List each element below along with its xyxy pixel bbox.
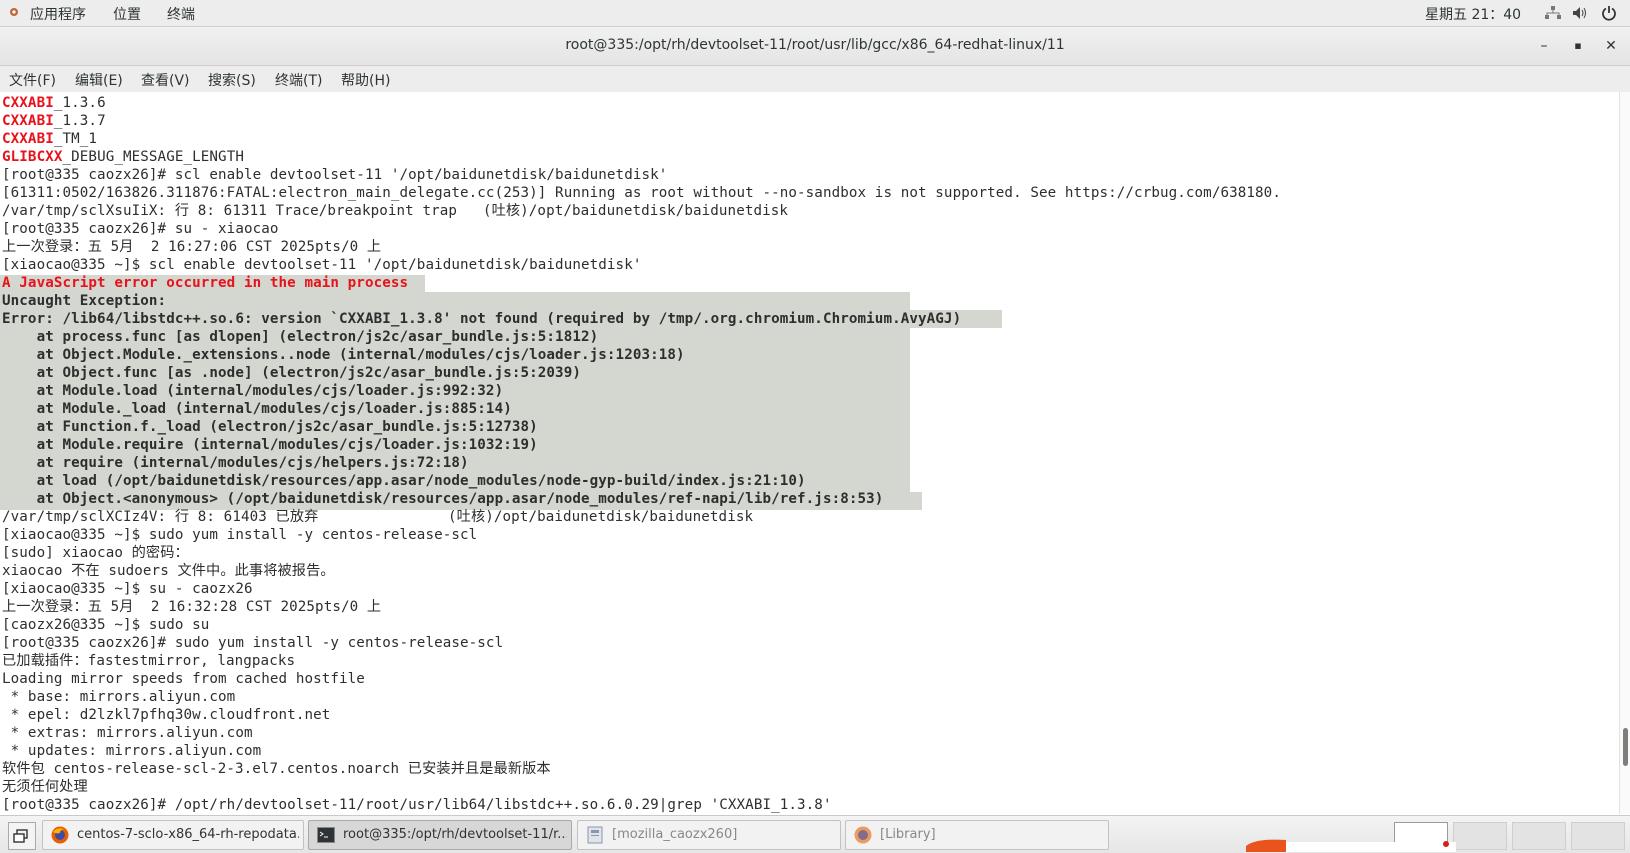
task-label: [mozilla_caozx260] (612, 827, 738, 842)
top-panel: 应用程序 位置 终端 星期五 21：40 (0, 0, 1630, 27)
terminal-line: 上一次登录：五 5月 2 16:27:06 CST 2025pts/0 上 (2, 239, 382, 255)
terminal-line: at Function.f._load (electron/js2c/asar_… (2, 419, 538, 435)
network-icon[interactable] (1545, 6, 1561, 20)
terminal-line: Uncaught Exception: (2, 293, 167, 309)
terminal-line: [root@335 caozx26]# sudo yum install -y … (2, 635, 504, 651)
terminal-line: 已加载插件：fastestmirror, langpacks (2, 653, 296, 669)
terminal-line: [61311:0502/163826.311876:FATAL:electron… (2, 185, 1281, 201)
menu-help[interactable]: 帮助(H) (341, 70, 390, 90)
terminal-line-error: A JavaScript error occurred in the main … (2, 275, 409, 291)
volume-icon[interactable] (1572, 6, 1588, 20)
task-label: root@335:/opt/rh/devtoolset-11/r... (343, 827, 567, 842)
terminal-line: at Module.load (internal/modules/cjs/loa… (2, 383, 504, 399)
task-terminal[interactable]: root@335:/opt/rh/devtoolset-11/r... (308, 820, 572, 850)
terminal-line: [xiaocao@335 ~]$ su - caozx26 (2, 581, 253, 597)
terminal-line: GLIBCXX_DEBUG_MESSAGE_LENGTH (2, 149, 244, 165)
terminal-line: at Object.func [as .node] (electron/js2c… (2, 365, 581, 381)
task-firefox-library[interactable]: [Library] (845, 820, 1109, 850)
file-manager-icon (587, 826, 603, 844)
places-menu[interactable]: 位置 (113, 4, 141, 24)
terminal-line: [root@335 caozx26]# /opt/rh/devtoolset-1… (2, 797, 832, 813)
terminal-line: 软件包 centos-release-scl-2-3.el7.centos.no… (2, 761, 551, 777)
terminal-line: 无须任何处理 (2, 779, 88, 795)
applications-menu[interactable]: 应用程序 (30, 4, 86, 24)
show-desktop-button[interactable] (8, 822, 36, 850)
menu-terminal[interactable]: 终端(T) (275, 70, 322, 90)
workspace-3[interactable] (1512, 822, 1566, 850)
task-firefox-repodata[interactable]: centos-7-sclo-x86_64-rh-repodata... (42, 820, 304, 850)
terminal-line: at Object.<anonymous> (/opt/baidunetdisk… (2, 491, 884, 507)
terminal-output[interactable]: CXXABI_1.3.6 CXXABI_1.3.7 CXXABI_TM_1 GL… (0, 92, 1619, 814)
terminal-line: at Module.require (internal/modules/cjs/… (2, 437, 538, 453)
terminal-line: CXXABI_TM_1 (2, 131, 98, 147)
desktop-icon (13, 829, 28, 843)
maximize-button[interactable]: ▪ (1568, 36, 1588, 56)
terminal-icon (317, 827, 335, 843)
terminal-line: at Module._load (internal/modules/cjs/lo… (2, 401, 512, 417)
terminal-line: Error: /lib64/libstdc++.so.6: version `C… (2, 311, 962, 327)
close-button[interactable]: ✕ (1601, 36, 1621, 56)
terminal-line: [root@335 caozx26]# su - xiaocao (2, 221, 279, 237)
scrollbar-thumb[interactable] (1623, 728, 1628, 766)
terminal-line: 上一次登录：五 5月 2 16:32:28 CST 2025pts/0 上 (2, 599, 382, 615)
task-file-manager[interactable]: [mozilla_caozx260] (577, 820, 841, 850)
minimize-button[interactable]: – (1534, 36, 1554, 56)
terminal-scrollbar[interactable] (1619, 92, 1630, 814)
terminal-line: Loading mirror speeds from cached hostfi… (2, 671, 365, 687)
window-titlebar[interactable]: root@335:/opt/rh/devtoolset-11/root/usr/… (0, 27, 1630, 66)
terminal-line: at process.func [as dlopen] (electron/js… (2, 329, 599, 345)
menu-file[interactable]: 文件(F) (9, 70, 56, 90)
terminal-line: [sudo] xiaocao 的密码： (2, 545, 189, 561)
window-title: root@335:/opt/rh/devtoolset-11/root/usr/… (565, 37, 1065, 53)
terminal-line: [xiaocao@335 ~]$ scl enable devtoolset-1… (2, 257, 642, 273)
menu-search[interactable]: 搜索(S) (208, 70, 256, 90)
terminal-line: CXXABI_1.3.6 (2, 95, 106, 111)
terminal-line: at require (internal/modules/cjs/helpers… (2, 455, 469, 471)
applications-icon (10, 8, 18, 16)
task-label: [Library] (880, 827, 936, 842)
workspace-2[interactable] (1453, 822, 1507, 850)
terminal-line: at load (/opt/baidunetdisk/resources/app… (2, 473, 806, 489)
firefox-icon (854, 826, 872, 844)
terminal-line: * base: mirrors.aliyun.com (2, 689, 236, 705)
terminal-line: * extras: mirrors.aliyun.com (2, 725, 253, 741)
terminal-line: xiaocao 不在 sudoers 文件中。此事将被报告。 (2, 563, 335, 579)
terminal-line: /var/tmp/sclXsuIiX: 行 8: 61311 Trace/bre… (2, 203, 789, 219)
terminal-line: CXXABI_1.3.7 (2, 113, 106, 129)
menu-view[interactable]: 查看(V) (141, 70, 190, 90)
terminal-line: [xiaocao@335 ~]$ sudo yum install -y cen… (2, 527, 478, 543)
menu-edit[interactable]: 编辑(E) (75, 70, 123, 90)
clock[interactable]: 星期五 21：40 (1425, 4, 1521, 24)
firefox-icon (51, 826, 69, 844)
terminal-app-menu[interactable]: 终端 (167, 4, 195, 24)
terminal-line: [caozx26@335 ~]$ sudo su (2, 617, 210, 633)
menubar: 文件(F) 编辑(E) 查看(V) 搜索(S) 终端(T) 帮助(H) (0, 66, 1630, 93)
terminal-line: at Object.Module._extensions..node (inte… (2, 347, 685, 363)
terminal-line: /var/tmp/sclXCIz4V: 行 8: 61403 已放弃 (吐核)/… (2, 509, 754, 525)
overlapping-window-peek (1246, 839, 1456, 852)
terminal-line: * epel: d2lzkl7pfhq30w.cloudfront.net (2, 707, 331, 723)
terminal-line: * updates: mirrors.aliyun.com (2, 743, 262, 759)
workspace-4[interactable] (1571, 822, 1625, 850)
terminal-line: [root@335 caozx26]# scl enable devtoolse… (2, 167, 668, 183)
task-label: centos-7-sclo-x86_64-rh-repodata... (77, 827, 299, 842)
power-icon[interactable] (1601, 5, 1617, 21)
